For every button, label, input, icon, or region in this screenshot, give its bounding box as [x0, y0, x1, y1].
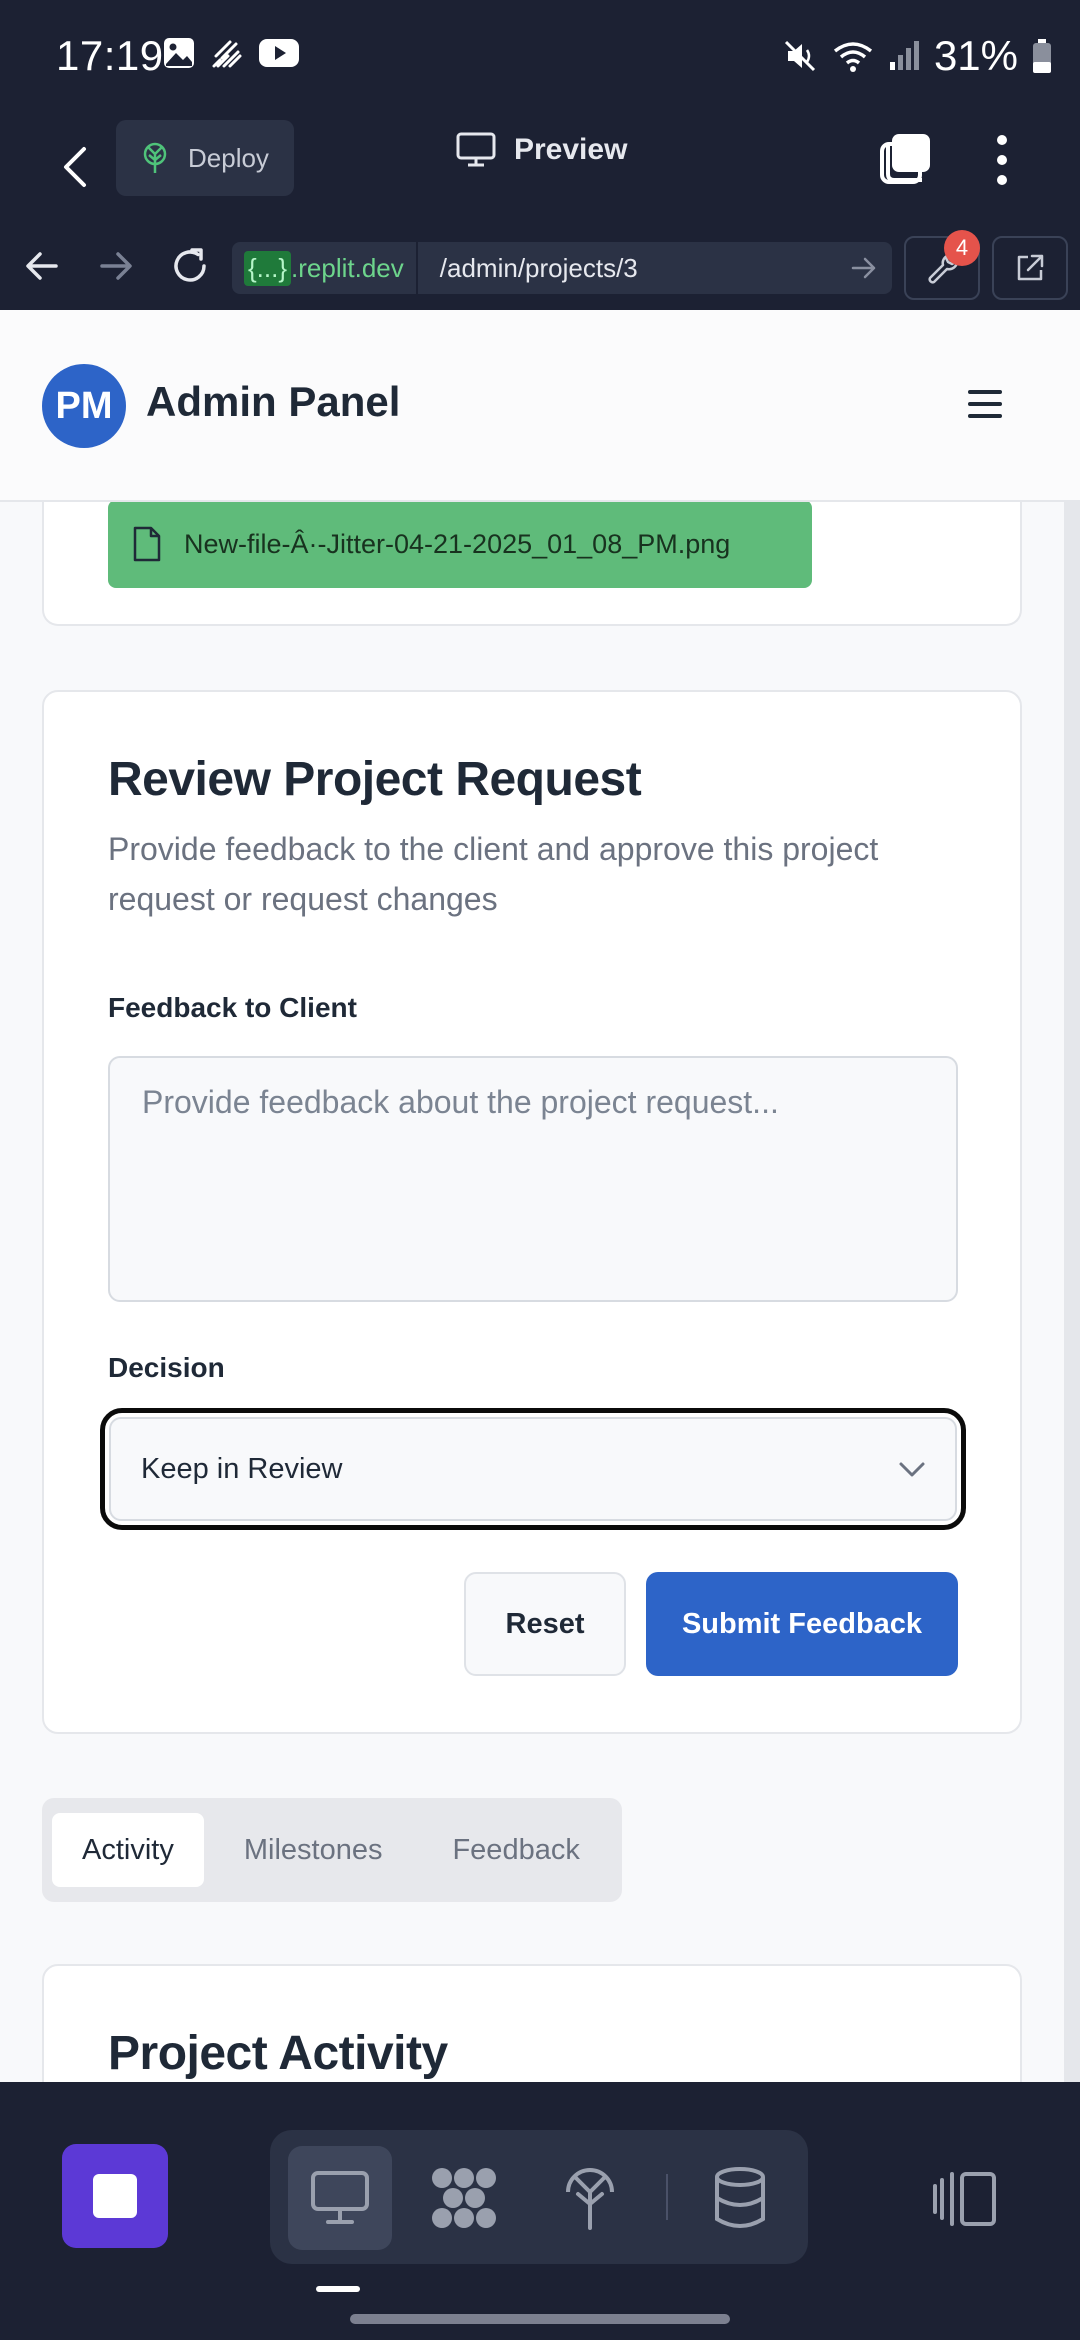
chevron-left-icon [64, 147, 86, 187]
tab-milestones[interactable]: Milestones [214, 1813, 413, 1887]
preview-label: Preview [514, 133, 628, 166]
decision-label: Decision [108, 1352, 225, 1383]
dock-workspace-button[interactable] [412, 2146, 516, 2250]
deploy-icon [566, 2168, 614, 2230]
url-domain: {...} .replit.dev [232, 242, 418, 294]
tab-feedback[interactable]: Feedback [422, 1813, 609, 1887]
wifi-icon [833, 42, 873, 72]
submit-feedback-button[interactable]: Submit Feedback [646, 1572, 958, 1676]
arrow-right-icon [100, 252, 132, 280]
reset-button[interactable]: Reset [464, 1572, 626, 1676]
deploy-label: Deploy [188, 142, 269, 173]
side-panel-icon [933, 2172, 996, 2226]
url-bar: {...} .replit.dev /admin/projects/3 4 [0, 222, 1080, 310]
file-icon [133, 526, 161, 562]
deploy-button[interactable]: Deploy [116, 120, 294, 196]
youtube-icon [259, 39, 299, 67]
mute-icon [784, 40, 815, 72]
attachment-file[interactable]: New-file-Â·-Jitter-04-21-2025_01_08_PM.p… [108, 500, 812, 588]
replit-top-bar: Deploy Preview [0, 112, 1080, 222]
more-vertical-icon [997, 135, 1007, 185]
dock-tool-group [270, 2130, 808, 2264]
open-new-tab-button[interactable] [992, 236, 1068, 300]
feedback-label: Feedback to Client [108, 992, 357, 1023]
signal-icon [889, 41, 919, 70]
decision-select-focus-ring: Keep in Review [100, 1408, 966, 1530]
app-header: PM Admin Panel [0, 310, 1080, 502]
external-link-icon [1017, 254, 1044, 281]
attachment-file-name: New-file-Â·-Jitter-04-21-2025_01_08_PM.p… [184, 528, 731, 559]
project-tabs: Activity Milestones Feedback [42, 1798, 622, 1902]
menu-button[interactable] [968, 390, 1002, 418]
more-options-button[interactable] [984, 130, 1020, 190]
dock-separator [666, 2174, 668, 2220]
arrow-left-icon [26, 252, 58, 280]
deploy-icon [143, 142, 167, 173]
url-domain-brace: {...} [244, 250, 292, 286]
workspace-icon [432, 2168, 496, 2228]
devtools-badge: 4 [944, 230, 980, 266]
back-button[interactable] [50, 134, 100, 200]
dock-preview-button[interactable] [288, 2146, 392, 2250]
url-field[interactable]: {...} .replit.dev /admin/projects/3 [232, 242, 892, 294]
tab-activity[interactable]: Activity [52, 1813, 204, 1887]
preview-title: Preview [456, 132, 627, 168]
reload-button[interactable] [166, 242, 214, 290]
url-domain-text: .replit.dev [291, 252, 404, 283]
chevron-down-icon [899, 1462, 925, 1477]
menu-icon-bar [968, 414, 1002, 418]
desktop-icon [311, 2171, 369, 2224]
replit-dock [0, 2082, 1080, 2340]
decision-select[interactable]: Keep in Review [109, 1417, 957, 1521]
url-path[interactable]: /admin/projects/3 [418, 253, 836, 284]
feedback-textarea[interactable] [108, 1056, 958, 1302]
page-scrollbar[interactable] [1064, 502, 1080, 2082]
battery-icon [1033, 39, 1051, 73]
monitor-icon [456, 132, 496, 167]
gallery-icon [164, 38, 194, 68]
web-preview[interactable]: PM Admin Panel New-file-Â·-Jitter-04-21-… [0, 310, 1080, 2082]
avatar[interactable]: PM [42, 364, 126, 448]
page-title: Admin Panel [146, 378, 401, 425]
home-gesture-bar[interactable] [350, 2314, 730, 2324]
menu-icon-bar [968, 402, 1002, 406]
activity-title: Project Activity [108, 2027, 448, 2080]
stop-button[interactable] [62, 2144, 168, 2248]
browser-forward-button[interactable] [92, 242, 140, 290]
reload-icon [174, 248, 206, 282]
status-time: 17:19 [56, 32, 164, 79]
stylus-icon [212, 40, 242, 68]
decision-selected-value: Keep in Review [141, 1452, 343, 1485]
review-project-card: Review Project Request Provide feedback … [42, 690, 1022, 1734]
dock-database-button[interactable] [688, 2146, 792, 2250]
arrow-right-icon [851, 257, 876, 279]
browser-back-button[interactable] [18, 242, 66, 290]
battery-percent: 31% [933, 32, 1018, 79]
tabs-button[interactable] [878, 130, 934, 186]
tabs-icon [880, 134, 930, 184]
review-title: Review Project Request [108, 753, 642, 806]
project-activity-card: Project Activity [42, 1964, 1022, 2082]
status-bar: 17:19 31% [0, 0, 1080, 112]
active-tab-indicator [316, 2286, 360, 2292]
stop-icon [93, 2174, 137, 2218]
menu-icon-bar [968, 390, 1002, 394]
dock-panels-button[interactable] [932, 2170, 998, 2228]
url-go-button[interactable] [836, 256, 892, 280]
database-icon [715, 2167, 765, 2228]
dock-deploy-button[interactable] [538, 2146, 642, 2250]
review-description: Provide feedback to the client and appro… [108, 831, 879, 917]
